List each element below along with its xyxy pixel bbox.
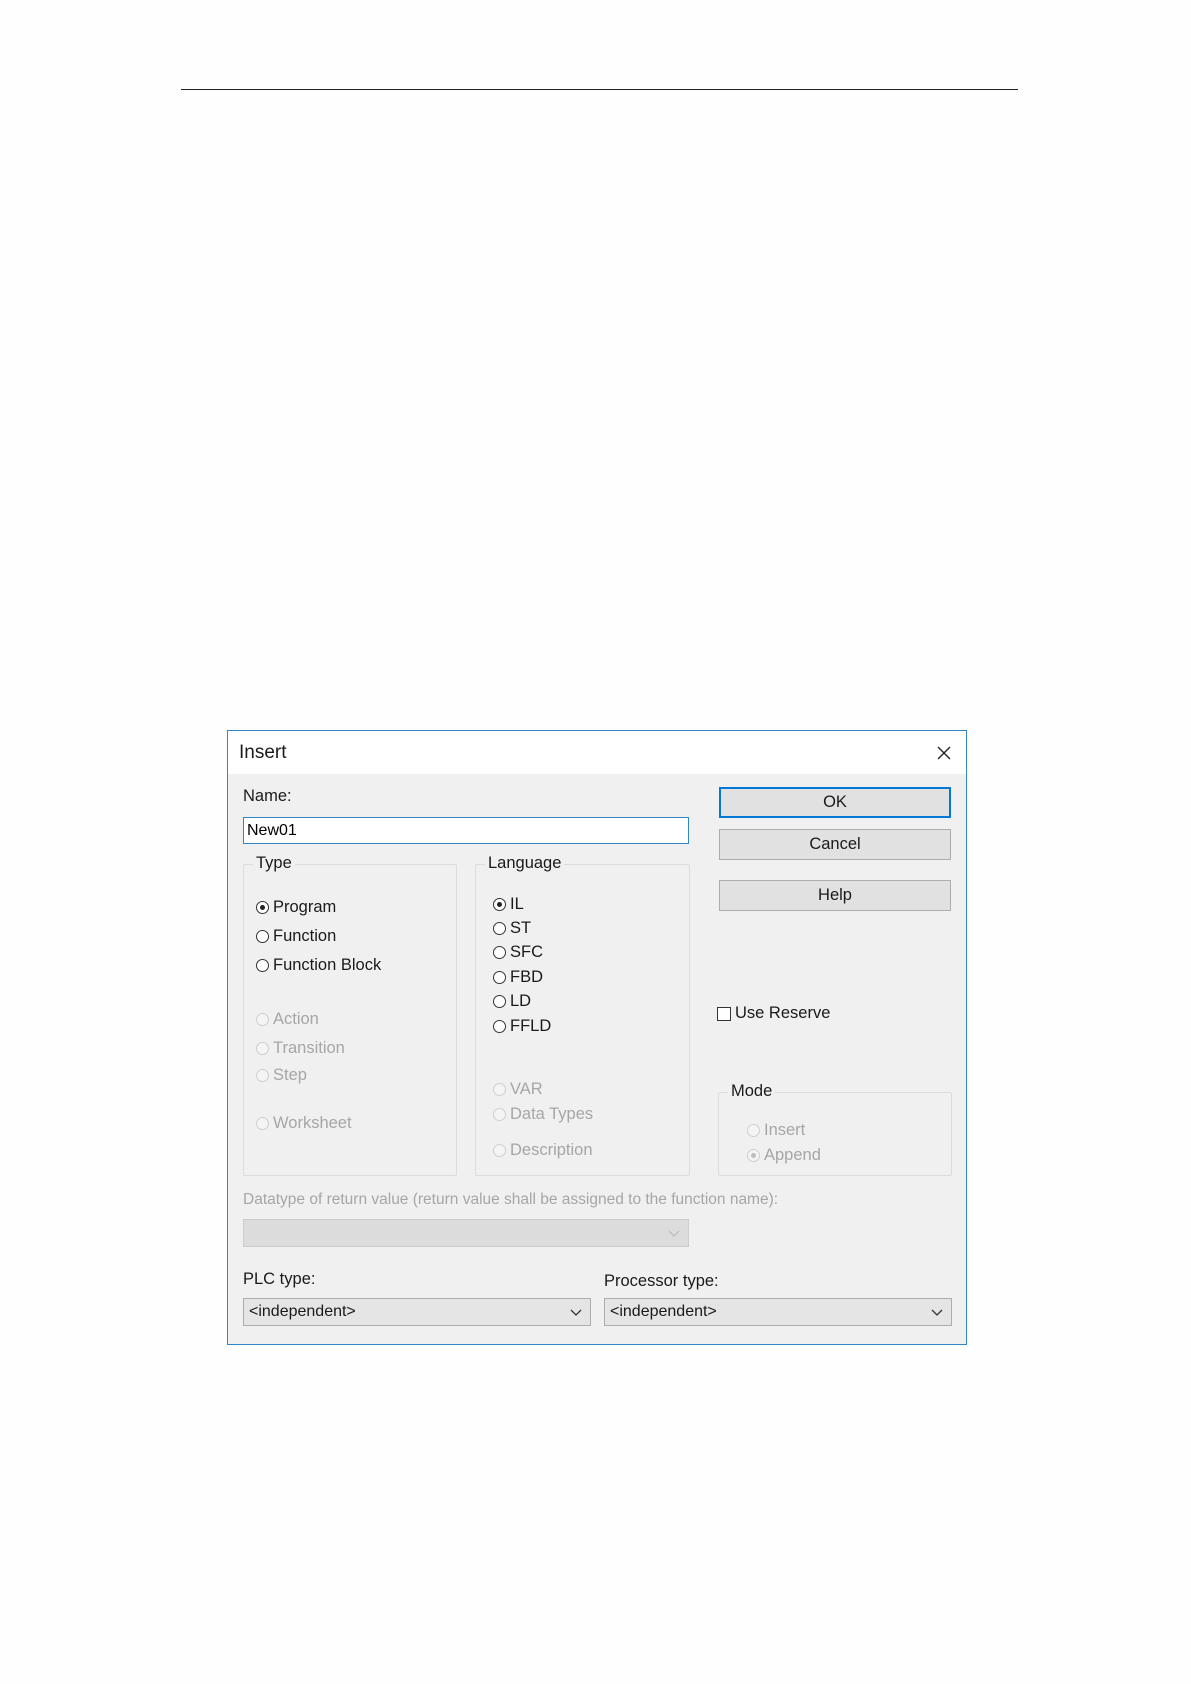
radio-icon <box>493 946 506 959</box>
radio-icon <box>493 1108 506 1121</box>
radio-icon <box>256 930 269 943</box>
chevron-down-icon <box>570 1309 582 1316</box>
radio-label: Data Types <box>510 1105 594 1123</box>
radio-label: LD <box>510 992 532 1010</box>
type-radio-transition: Transition <box>256 1039 345 1058</box>
radio-icon <box>256 1013 269 1026</box>
dialog-title: Insert <box>239 742 287 763</box>
radio-selected-icon <box>747 1149 760 1162</box>
language-radio-st[interactable]: ST <box>493 919 531 938</box>
language-radio-ffld[interactable]: FFLD <box>493 1017 551 1036</box>
language-radio-description: Description <box>493 1141 593 1160</box>
language-radio-data-types: Data Types <box>493 1105 593 1124</box>
type-group-title: Type <box>253 854 295 873</box>
page-header-rule <box>181 89 1018 90</box>
radio-label: VAR <box>510 1080 543 1098</box>
radio-selected-icon <box>256 901 269 914</box>
plc-type-value: <independent> <box>249 1303 356 1320</box>
close-icon <box>937 746 951 759</box>
radio-label: IL <box>510 895 524 913</box>
language-radio-ld[interactable]: LD <box>493 992 531 1011</box>
radio-icon <box>747 1124 760 1137</box>
use-reserve-checkbox[interactable]: Use Reserve <box>717 1004 830 1023</box>
chevron-down-icon <box>931 1309 943 1316</box>
processor-type-label: Processor type: <box>604 1272 719 1290</box>
radio-label: Worksheet <box>273 1114 352 1132</box>
radio-label: Transition <box>273 1039 345 1057</box>
radio-label: Function Block <box>273 956 382 974</box>
radio-label: Insert <box>764 1121 806 1139</box>
language-radio-var: VAR <box>493 1080 543 1099</box>
radio-icon <box>493 995 506 1008</box>
insert-dialog: Insert Name: OK Cancel Help Type Program… <box>227 730 967 1345</box>
use-reserve-label: Use Reserve <box>735 1004 831 1022</box>
type-radio-step: Step <box>256 1066 307 1085</box>
ok-button[interactable]: OK <box>719 787 951 818</box>
mode-radio-append: Append <box>747 1146 821 1165</box>
radio-label: ST <box>510 919 532 937</box>
radio-icon <box>493 922 506 935</box>
type-radio-worksheet: Worksheet <box>256 1114 352 1133</box>
chevron-down-icon <box>668 1230 680 1237</box>
language-radio-sfc[interactable]: SFC <box>493 943 543 962</box>
language-radio-il[interactable]: IL <box>493 895 524 914</box>
language-radio-fbd[interactable]: FBD <box>493 968 543 987</box>
processor-type-value: <independent> <box>610 1303 717 1320</box>
radio-icon <box>493 1083 506 1096</box>
radio-selected-icon <box>493 898 506 911</box>
type-radio-function-block[interactable]: Function Block <box>256 956 381 975</box>
return-datatype-select <box>243 1219 689 1247</box>
radio-label: Program <box>273 898 337 916</box>
radio-icon <box>256 1117 269 1130</box>
name-input[interactable] <box>243 817 689 844</box>
title-bar: Insert <box>228 731 966 774</box>
type-radio-program[interactable]: Program <box>256 898 336 917</box>
plc-type-label: PLC type: <box>243 1270 316 1288</box>
radio-icon <box>256 959 269 972</box>
radio-icon <box>256 1069 269 1082</box>
type-group: Type Program Function Function Block Act… <box>243 854 457 1176</box>
radio-label: Append <box>764 1146 821 1164</box>
name-label: Name: <box>243 787 292 805</box>
language-group: Language IL ST SFC FBD LD FFLD VAR Data … <box>475 854 690 1176</box>
radio-icon <box>493 1144 506 1157</box>
language-group-title: Language <box>485 854 565 873</box>
cancel-button[interactable]: Cancel <box>719 829 951 860</box>
processor-type-select[interactable]: <independent> <box>604 1298 952 1326</box>
radio-label: Step <box>273 1066 307 1084</box>
radio-label: Description <box>510 1141 593 1159</box>
checkbox-icon <box>717 1006 731 1021</box>
mode-radio-insert: Insert <box>747 1121 805 1140</box>
return-datatype-label: Datatype of return value (return value s… <box>243 1191 779 1208</box>
radio-icon <box>256 1042 269 1055</box>
close-button[interactable] <box>922 731 966 774</box>
radio-label: FBD <box>510 968 543 986</box>
type-radio-action: Action <box>256 1010 319 1029</box>
radio-label: Function <box>273 927 337 945</box>
radio-icon <box>493 1020 506 1033</box>
radio-label: SFC <box>510 943 543 961</box>
radio-label: FFLD <box>510 1017 552 1035</box>
help-button[interactable]: Help <box>719 880 951 911</box>
mode-group-title: Mode <box>728 1082 776 1101</box>
mode-group: Mode Insert Append <box>718 1082 952 1176</box>
radio-icon <box>493 971 506 984</box>
radio-label: Action <box>273 1010 319 1028</box>
type-radio-function[interactable]: Function <box>256 927 336 946</box>
plc-type-select[interactable]: <independent> <box>243 1298 591 1326</box>
